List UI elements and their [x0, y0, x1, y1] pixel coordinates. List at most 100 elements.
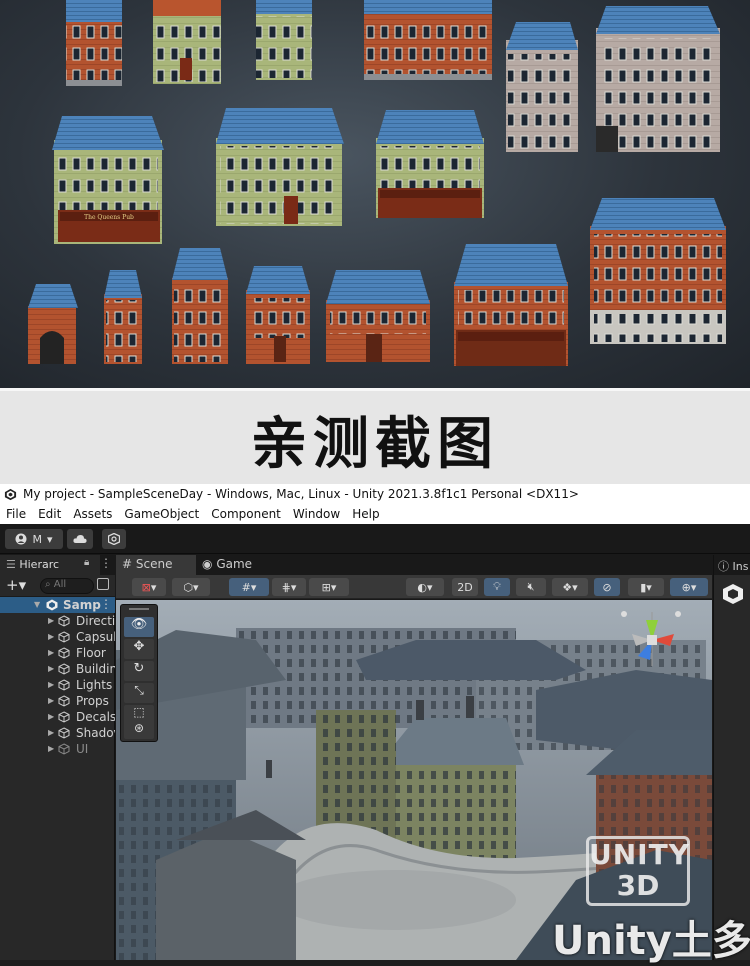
audio-toggle-button[interactable]: 🔇︎: [516, 578, 546, 596]
rect-icon: ⬚: [133, 705, 145, 719]
transform-tool-button[interactable]: ⊛: [124, 721, 154, 739]
window-title: My project - SampleSceneDay - Windows, M…: [23, 487, 579, 501]
list-item-label: Lights: [76, 678, 113, 692]
draw-mode-button[interactable]: ⊠ ▾: [132, 578, 166, 596]
increment-snap-button[interactable]: ⋕ ▾: [272, 578, 306, 596]
scene-visibility-icon[interactable]: [97, 578, 109, 590]
expand-arrow-icon: ▶: [48, 632, 55, 641]
sphere-icon: ◐: [417, 580, 428, 594]
grid-snap-button[interactable]: # ▾: [229, 578, 269, 596]
menu-bar: File Edit Assets GameObject Component Wi…: [0, 504, 750, 524]
expand-arrow-icon: ▶: [48, 744, 55, 753]
account-label: M: [32, 532, 42, 546]
search-placeholder: All: [53, 579, 67, 590]
gizmo-icon: ⊕: [681, 580, 691, 594]
list-item[interactable]: ▶ Props: [0, 693, 115, 709]
orientation-gizmo-icon[interactable]: [616, 606, 686, 672]
expand-arrow-icon: ▶: [48, 696, 55, 705]
eye-off-icon: ⊘: [602, 580, 612, 594]
more-options-icon[interactable]: ⋮: [100, 597, 112, 611]
cloud-icon: [73, 535, 87, 543]
move-tool-button[interactable]: ✥: [124, 639, 154, 659]
drag-handle[interactable]: [129, 608, 149, 610]
gameobject-icon: [58, 647, 70, 659]
hierarchy-scene-root[interactable]: ▼ Samp ⋮: [0, 597, 115, 613]
lighting-toggle-button[interactable]: 💡︎: [484, 578, 510, 596]
list-item[interactable]: ▶ Decals: [0, 709, 115, 725]
scene-toolbar: ⊠ ▾ ⬡ ▾ # ▾ ⋕ ▾ ⊞ ▾ ◐ ▾ 2D 💡︎ 🔇︎ ❖ ▾ ⊘ ▮ ▾ ⊕ ▾: [116, 575, 712, 599]
menu-window[interactable]: Window: [287, 507, 346, 521]
align-button[interactable]: ⊞ ▾: [309, 578, 349, 596]
watermark-line1: UNITY: [589, 838, 690, 871]
gameobject-icon: [58, 711, 70, 723]
expand-arrow-icon: ▶: [48, 680, 55, 689]
toggle-2d-button[interactable]: 2D: [452, 578, 478, 596]
tab-inspector-label: Ins: [732, 560, 749, 573]
menu-edit[interactable]: Edit: [32, 507, 67, 521]
add-button[interactable]: +▾: [6, 576, 26, 594]
menu-gameobject[interactable]: GameObject: [118, 507, 205, 521]
list-item[interactable]: ▶ Lights: [0, 677, 115, 693]
asset-promo-image: The Queens Pub: [0, 0, 750, 388]
unity-scene-icon: [46, 599, 58, 611]
list-item[interactable]: ▶ Capsul: [0, 629, 115, 645]
camera-button[interactable]: ▮ ▾: [628, 578, 664, 596]
align-icon: ⊞: [321, 580, 331, 594]
rotate-icon: ↻: [133, 661, 145, 676]
main-toolbar: M ▾: [0, 524, 750, 554]
menu-help[interactable]: Help: [346, 507, 385, 521]
gameobject-icon: [58, 663, 70, 675]
gizmos-button[interactable]: ⊕ ▾: [670, 578, 708, 596]
toggle-2d-label: 2D: [457, 580, 473, 594]
list-item[interactable]: ▶ Shadov: [0, 725, 115, 741]
list-item[interactable]: ▶ Buildin: [0, 661, 115, 677]
tab-scene[interactable]: # Scene: [116, 555, 196, 575]
scale-icon: ⤡: [134, 683, 144, 697]
shading-mode-button[interactable]: ◐ ▾: [406, 578, 444, 596]
expand-arrow-icon: ▶: [48, 728, 55, 737]
hidden-objects-button[interactable]: ⊘: [594, 578, 620, 596]
list-item-label: Buildin: [76, 662, 115, 676]
title-bar: My project - SampleSceneDay - Windows, M…: [0, 484, 750, 504]
menu-component[interactable]: Component: [205, 507, 287, 521]
more-options-icon[interactable]: ⋮: [100, 556, 112, 570]
render-mode-button[interactable]: ⬡ ▾: [172, 578, 210, 596]
account-button[interactable]: M ▾: [5, 529, 63, 549]
list-item-label: Directi: [76, 614, 115, 628]
audio-muted-icon: 🔇︎: [527, 580, 535, 593]
rotate-tool-button[interactable]: ↻: [124, 661, 154, 681]
scene-tab-bar: # Scene ◉ Game: [116, 555, 712, 575]
list-item-label: Shadov: [76, 726, 115, 740]
tab-inspector[interactable]: ⓘ Ins: [714, 555, 750, 575]
eye-icon: 👁︎: [130, 617, 148, 632]
inspector-panel: ⓘ Ins: [713, 555, 750, 960]
view-tool-button[interactable]: 👁︎: [124, 617, 154, 637]
snap-icon: ⋕: [281, 580, 291, 594]
list-item[interactable]: ▶ UI: [0, 741, 115, 757]
tool-palette: 👁︎ ✥ ↻ ⤡ ⬚ ⊛: [120, 604, 158, 742]
scale-tool-button[interactable]: ⤡: [124, 683, 154, 703]
lock-icon[interactable]: 🔒︎: [84, 557, 89, 568]
transform-icon: ⊛: [133, 721, 145, 735]
list-item[interactable]: ▶ Directi: [0, 613, 115, 629]
list-item[interactable]: ▶ Floor: [0, 645, 115, 661]
menu-assets[interactable]: Assets: [67, 507, 118, 521]
scene-viewport[interactable]: 👁︎ ✥ ↻ ⤡ ⬚ ⊛: [116, 600, 712, 960]
search-icon: ⌕: [45, 579, 54, 590]
expand-arrow-icon: ▶: [48, 664, 55, 673]
cloud-button[interactable]: [67, 529, 93, 549]
hierarchy-toolbar: +▾ ⌕ All: [0, 575, 115, 597]
move-icon: ✥: [133, 639, 145, 654]
effects-button[interactable]: ❖ ▾: [552, 578, 588, 596]
list-item-label: Decals: [76, 710, 115, 724]
tab-game[interactable]: ◉ Game: [196, 555, 266, 575]
camera-icon: ▮: [640, 580, 647, 594]
buildings-illustration: The Queens Pub: [28, 0, 726, 366]
unity-logo-icon: [4, 488, 17, 500]
menu-file[interactable]: File: [0, 507, 32, 521]
hierarchy-tab-bar: ☰ Hierarc 🔒︎ ⋮: [0, 555, 115, 575]
collab-button[interactable]: [102, 529, 126, 549]
lightbulb-icon: 💡︎: [493, 580, 501, 593]
search-input[interactable]: ⌕ All: [40, 578, 94, 594]
unity-logo-icon: [723, 584, 743, 604]
